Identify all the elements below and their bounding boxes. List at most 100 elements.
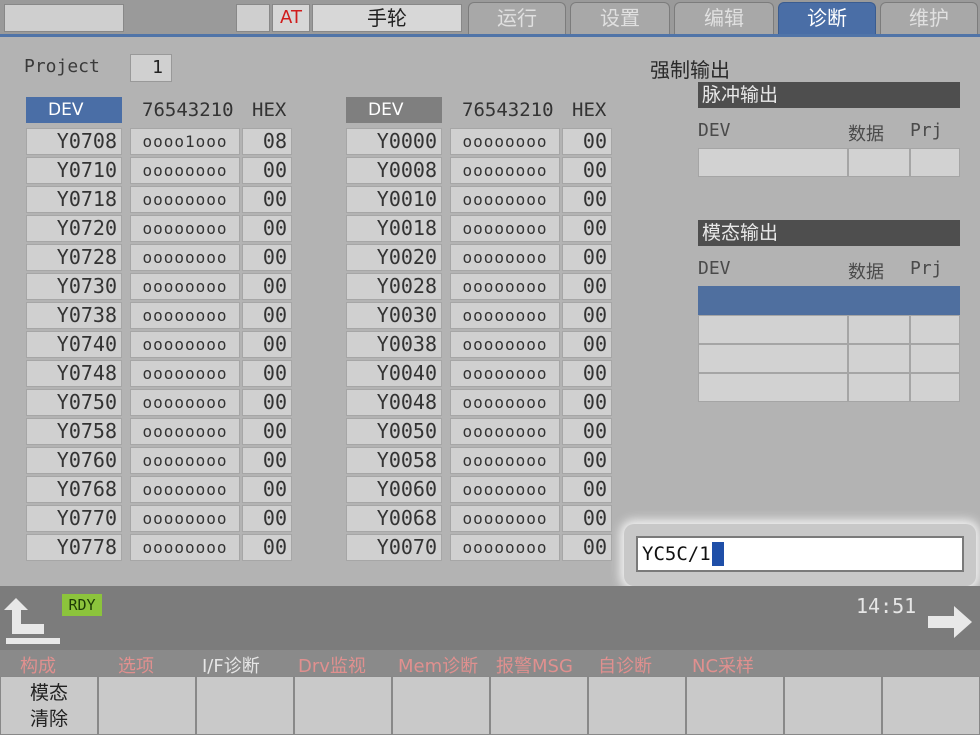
modal-output-row[interactable]	[698, 373, 960, 402]
device-address-cell[interactable]: Y0770	[26, 505, 122, 532]
hex-value-cell: 00	[562, 389, 612, 416]
modal-row-dev-cell[interactable]	[698, 373, 848, 402]
command-input-text: YC5C/1	[642, 543, 711, 565]
bit-status-cell: oooooooo	[450, 418, 560, 445]
tab-maintenance[interactable]: 维护	[880, 2, 978, 34]
menu-nc-sampling[interactable]: NC采样	[692, 652, 754, 678]
softkey-7[interactable]	[588, 676, 686, 735]
modal-row-prj-cell[interactable]	[910, 286, 960, 315]
pulse-output-row[interactable]	[698, 148, 960, 177]
bit-status-cell: oooooooo	[130, 186, 240, 213]
right-dev-header[interactable]: DEV	[346, 97, 442, 123]
hex-value-cell: 08	[242, 128, 292, 155]
hex-value-cell: 00	[242, 389, 292, 416]
device-address-cell[interactable]: Y0008	[346, 157, 442, 184]
device-address-cell[interactable]: Y0718	[26, 186, 122, 213]
top-blank-field	[4, 4, 124, 32]
modal-output-row-selected[interactable]	[698, 286, 960, 315]
device-address-cell[interactable]: Y0070	[346, 534, 442, 561]
softkey-5[interactable]	[392, 676, 490, 735]
cnc-diagnosis-screen: AT 手轮 运行 设置 编辑 诊断 维护 Project 1 DEV 76543…	[0, 0, 980, 735]
device-address-cell[interactable]: Y0040	[346, 360, 442, 387]
modal-row-dev-cell[interactable]	[698, 344, 848, 373]
tab-run[interactable]: 运行	[468, 2, 566, 34]
device-address-cell[interactable]: Y0710	[26, 157, 122, 184]
softkey-9[interactable]	[784, 676, 882, 735]
device-address-cell[interactable]: Y0010	[346, 186, 442, 213]
device-address-cell[interactable]: Y0720	[26, 215, 122, 242]
bit-status-cell: oooooooo	[450, 215, 560, 242]
device-address-cell[interactable]: Y0758	[26, 418, 122, 445]
project-label: Project	[24, 56, 100, 77]
device-address-cell[interactable]: Y0730	[26, 273, 122, 300]
softkey-3[interactable]	[196, 676, 294, 735]
tab-setup[interactable]: 设置	[570, 2, 670, 34]
device-address-cell[interactable]: Y0060	[346, 476, 442, 503]
project-field[interactable]: 1	[130, 54, 172, 82]
device-address-cell[interactable]: Y0068	[346, 505, 442, 532]
modal-row-prj-cell[interactable]	[910, 373, 960, 402]
text-cursor	[711, 542, 724, 566]
modal-row-dev-cell[interactable]	[698, 315, 848, 344]
ready-indicator: RDY	[62, 594, 102, 616]
menu-options[interactable]: 选项	[118, 652, 154, 678]
softkey-1[interactable]: 模态 清除	[0, 676, 98, 735]
device-address-cell[interactable]: Y0728	[26, 244, 122, 271]
modal-row-dev-cell[interactable]	[698, 286, 848, 315]
modal-row-data-cell[interactable]	[848, 315, 910, 344]
pulse-row-data-cell[interactable]	[848, 148, 910, 177]
modal-row-prj-cell[interactable]	[910, 315, 960, 344]
modal-output-row[interactable]	[698, 344, 960, 373]
device-address-cell[interactable]: Y0748	[26, 360, 122, 387]
right-hex-header: HEX	[572, 99, 607, 121]
menu-if-diagnosis[interactable]: I/F诊断	[202, 652, 260, 678]
menu-drv-monitor[interactable]: Drv监视	[298, 652, 366, 678]
device-address-cell[interactable]: Y0050	[346, 418, 442, 445]
left-dev-header[interactable]: DEV	[26, 97, 122, 123]
tab-edit[interactable]: 编辑	[674, 2, 774, 34]
softkey-6[interactable]	[490, 676, 588, 735]
device-address-cell[interactable]: Y0740	[26, 331, 122, 358]
bit-status-cell: oooooooo	[130, 476, 240, 503]
modal-row-data-cell[interactable]	[848, 286, 910, 315]
device-address-cell[interactable]: Y0738	[26, 302, 122, 329]
device-address-cell[interactable]: Y0038	[346, 331, 442, 358]
left-bits-header: 76543210	[142, 99, 234, 121]
tab-diagnosis[interactable]: 诊断	[778, 2, 876, 34]
device-address-cell[interactable]: Y0030	[346, 302, 442, 329]
device-address-cell[interactable]: Y0018	[346, 215, 442, 242]
return-up-arrow-icon[interactable]	[4, 594, 60, 646]
device-address-cell[interactable]: Y0058	[346, 447, 442, 474]
bit-status-cell: oooooooo	[130, 447, 240, 474]
device-address-cell[interactable]: Y0760	[26, 447, 122, 474]
device-address-cell[interactable]: Y0708	[26, 128, 122, 155]
softkey-4[interactable]	[294, 676, 392, 735]
softkey-2[interactable]	[98, 676, 196, 735]
modal-row-prj-cell[interactable]	[910, 344, 960, 373]
bit-status-cell: oooooooo	[130, 360, 240, 387]
modal-row-data-cell[interactable]	[848, 373, 910, 402]
device-address-cell[interactable]: Y0048	[346, 389, 442, 416]
device-address-cell[interactable]: Y0028	[346, 273, 442, 300]
clock-time: 14:51	[856, 594, 917, 618]
forced-output-title: 强制输出	[650, 58, 730, 82]
device-address-cell[interactable]: Y0020	[346, 244, 442, 271]
softkey-10[interactable]	[882, 676, 980, 735]
device-address-cell[interactable]: Y0000	[346, 128, 442, 155]
pulse-row-prj-cell[interactable]	[910, 148, 960, 177]
menu-self-diagnosis[interactable]: 自诊断	[598, 652, 652, 678]
next-page-arrow-icon[interactable]	[924, 604, 976, 644]
pulse-row-dev-cell[interactable]	[698, 148, 848, 177]
menu-mem-diagnosis[interactable]: Mem诊断	[398, 652, 478, 678]
menu-alarm-msg[interactable]: 报警MSG	[496, 652, 573, 678]
menu-config[interactable]: 构成	[20, 652, 56, 678]
device-address-cell[interactable]: Y0778	[26, 534, 122, 561]
command-input[interactable]: YC5C/1	[636, 536, 964, 572]
modal-row-data-cell[interactable]	[848, 344, 910, 373]
bit-status-cell: oooooooo	[130, 418, 240, 445]
device-address-cell[interactable]: Y0768	[26, 476, 122, 503]
modal-output-row[interactable]	[698, 315, 960, 344]
status-strip	[0, 586, 980, 650]
device-address-cell[interactable]: Y0750	[26, 389, 122, 416]
softkey-8[interactable]	[686, 676, 784, 735]
